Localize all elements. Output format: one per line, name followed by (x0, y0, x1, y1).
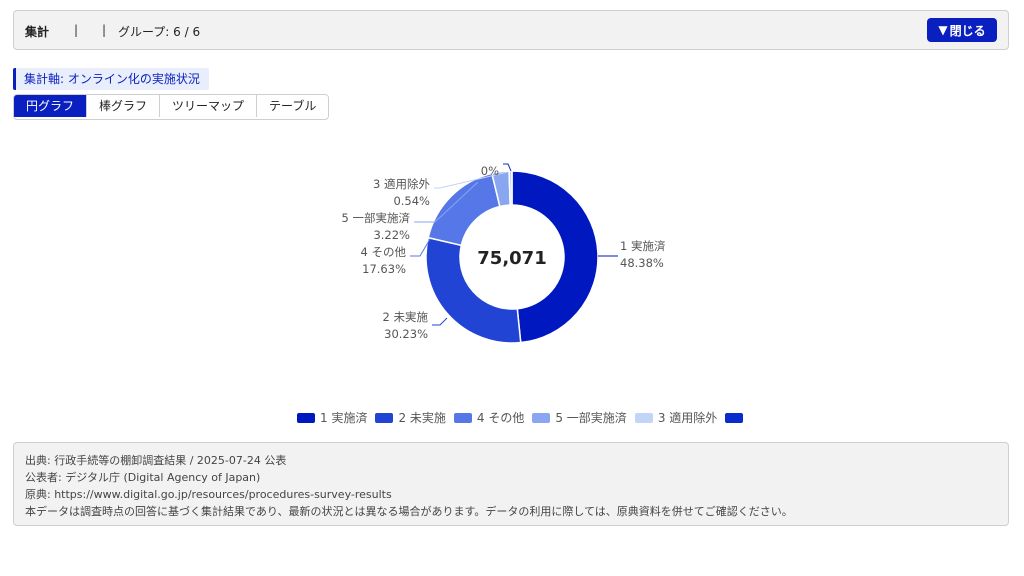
publisher-text: 公表者: デジタル庁 (Digital Agency of Japan) (25, 471, 261, 484)
slice-label: 1 実施済 48.38% (620, 239, 666, 270)
aggregation-axis-label: 集計軸: オンライン化の実施状況 (13, 68, 209, 90)
donut-chart: 75,071 1 実施済 48.38% 2 未実施 30.23% 4 その他 17.63%5… (342, 163, 666, 344)
slice-label-leader-line (503, 163, 512, 172)
close-button[interactable]: ▼ 閉じる (927, 18, 997, 42)
close-button-label: 閉じる (949, 23, 986, 38)
legend-item[interactable]: 5 一部実施済 (532, 409, 627, 426)
legend-swatch (453, 412, 472, 423)
legend-swatch (297, 412, 315, 423)
source-info-panel: 出典: 行政手続等の棚卸調査結果 / 2025-07-24 公表 公表者: デジ… (13, 442, 1009, 526)
legend-item[interactable]: 2 未実施 (375, 409, 446, 426)
slice-label-leader-line (432, 317, 448, 326)
chart-type-tabs: 円グラフ 棒グラフ ツリーマップ テーブル (13, 94, 330, 120)
legend-item[interactable]: 1 実施済 (297, 409, 367, 426)
donut-slice[interactable] (427, 172, 501, 247)
slice-label: 5 一部実施済 3.22% (342, 211, 411, 242)
source-text: 出典: 行政手続等の棚卸調査結果 / 2025-07-24 公表 (25, 454, 287, 467)
legend-label: 1 実施済 (320, 411, 368, 425)
triangle-down-icon: ▼ (938, 23, 948, 37)
legend-label: 3 適用除外 (657, 411, 718, 425)
slice-label: 2 未実施 30.23% (383, 310, 429, 341)
tab-treemap[interactable]: ツリーマップ (160, 95, 258, 117)
header-separator: | (102, 23, 107, 37)
slice-label: 4 その他 17.63% (361, 245, 407, 276)
tab-table[interactable]: テーブル (257, 95, 329, 117)
slice-label: 3 適用除外 0.54% (373, 177, 430, 208)
slice-label: 0% (481, 164, 499, 178)
tab-pie-chart[interactable]: 円グラフ (14, 95, 88, 117)
group-count: グループ: 6 / 6 (118, 25, 201, 39)
legend-swatch (375, 412, 394, 423)
legend-item[interactable]: 3 適用除外 (634, 409, 718, 426)
donut-center-total: 75,071 (477, 248, 546, 269)
donut-slice[interactable] (508, 170, 513, 206)
legend-label: 2 未実施 (398, 411, 446, 425)
disclaimer-text: 本データは調査時点の回答に基づく集計結果であり、最新の状況とは異なる場合がありま… (25, 505, 793, 518)
legend-swatch (532, 412, 551, 423)
chart-legend: 1 実施済 2 未実施 4 その他 5 一部実施済 3 適用除外 (297, 409, 744, 426)
legend-label: 4 その他 (476, 411, 525, 425)
legend-swatch (725, 412, 744, 423)
summary-header: 集計 | | グループ: 6 / 6 ▼ 閉じる (13, 10, 1009, 50)
tab-bar-chart[interactable]: 棒グラフ (87, 95, 161, 117)
legend-label: 5 一部実施済 (555, 411, 627, 425)
legend-item[interactable] (725, 412, 744, 423)
original-url-text: 原典: https://www.digital.go.jp/resources/… (25, 488, 392, 501)
legend-swatch (634, 412, 653, 423)
legend-item[interactable]: 4 その他 (453, 409, 525, 426)
header-separator: | (74, 23, 79, 37)
header-title: 集計 (25, 25, 50, 39)
